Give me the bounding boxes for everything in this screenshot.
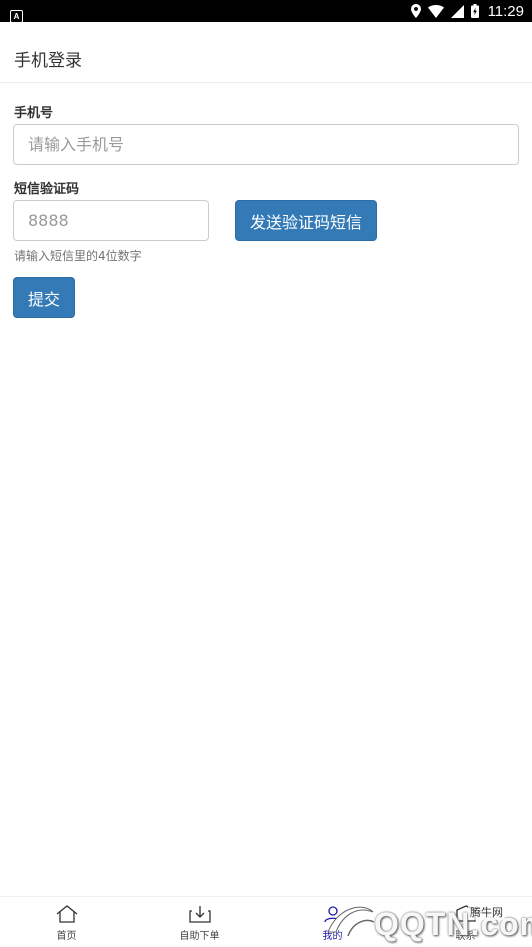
status-left: A (10, 4, 23, 23)
send-code-button[interactable]: 发送验证码短信 (235, 200, 377, 241)
download-icon (188, 906, 211, 923)
nav-label-contact: 联系 (455, 931, 476, 942)
status-right: 11:29 (410, 2, 524, 20)
location-icon (410, 4, 421, 18)
sms-help-text: 请输入短信里的4位数字 (14, 249, 142, 263)
phone-input[interactable] (13, 124, 519, 165)
sms-code-input[interactable] (13, 200, 209, 241)
wifi-icon (427, 4, 444, 18)
nav-label-home: 首页 (56, 931, 77, 942)
battery-icon (470, 4, 479, 18)
nav-label-mine: 我的 (322, 931, 343, 942)
nav-label-self-order: 自助下单 (179, 931, 220, 942)
status-bar: A 11:29 (0, 0, 532, 23)
page-title: 手机登录 (14, 51, 82, 71)
contact-icon (455, 905, 476, 922)
nav-item-self-order[interactable]: 自助下单 (133, 897, 266, 947)
nav-item-home[interactable]: 首页 (0, 897, 133, 947)
nav-item-mine[interactable]: 我的 (266, 897, 399, 947)
page-header: 手机登录 (0, 22, 532, 83)
bottom-nav: 首页 自助下单 我的 联系 (0, 896, 532, 947)
nav-item-contact[interactable]: 联系 (399, 897, 532, 947)
signal-icon (450, 4, 464, 18)
user-icon (323, 906, 342, 923)
status-time: 11:29 (487, 2, 524, 20)
home-icon (56, 905, 77, 923)
phone-label: 手机号 (14, 106, 54, 121)
submit-button[interactable]: 提交 (13, 277, 75, 318)
sms-code-label: 短信验证码 (14, 182, 80, 197)
